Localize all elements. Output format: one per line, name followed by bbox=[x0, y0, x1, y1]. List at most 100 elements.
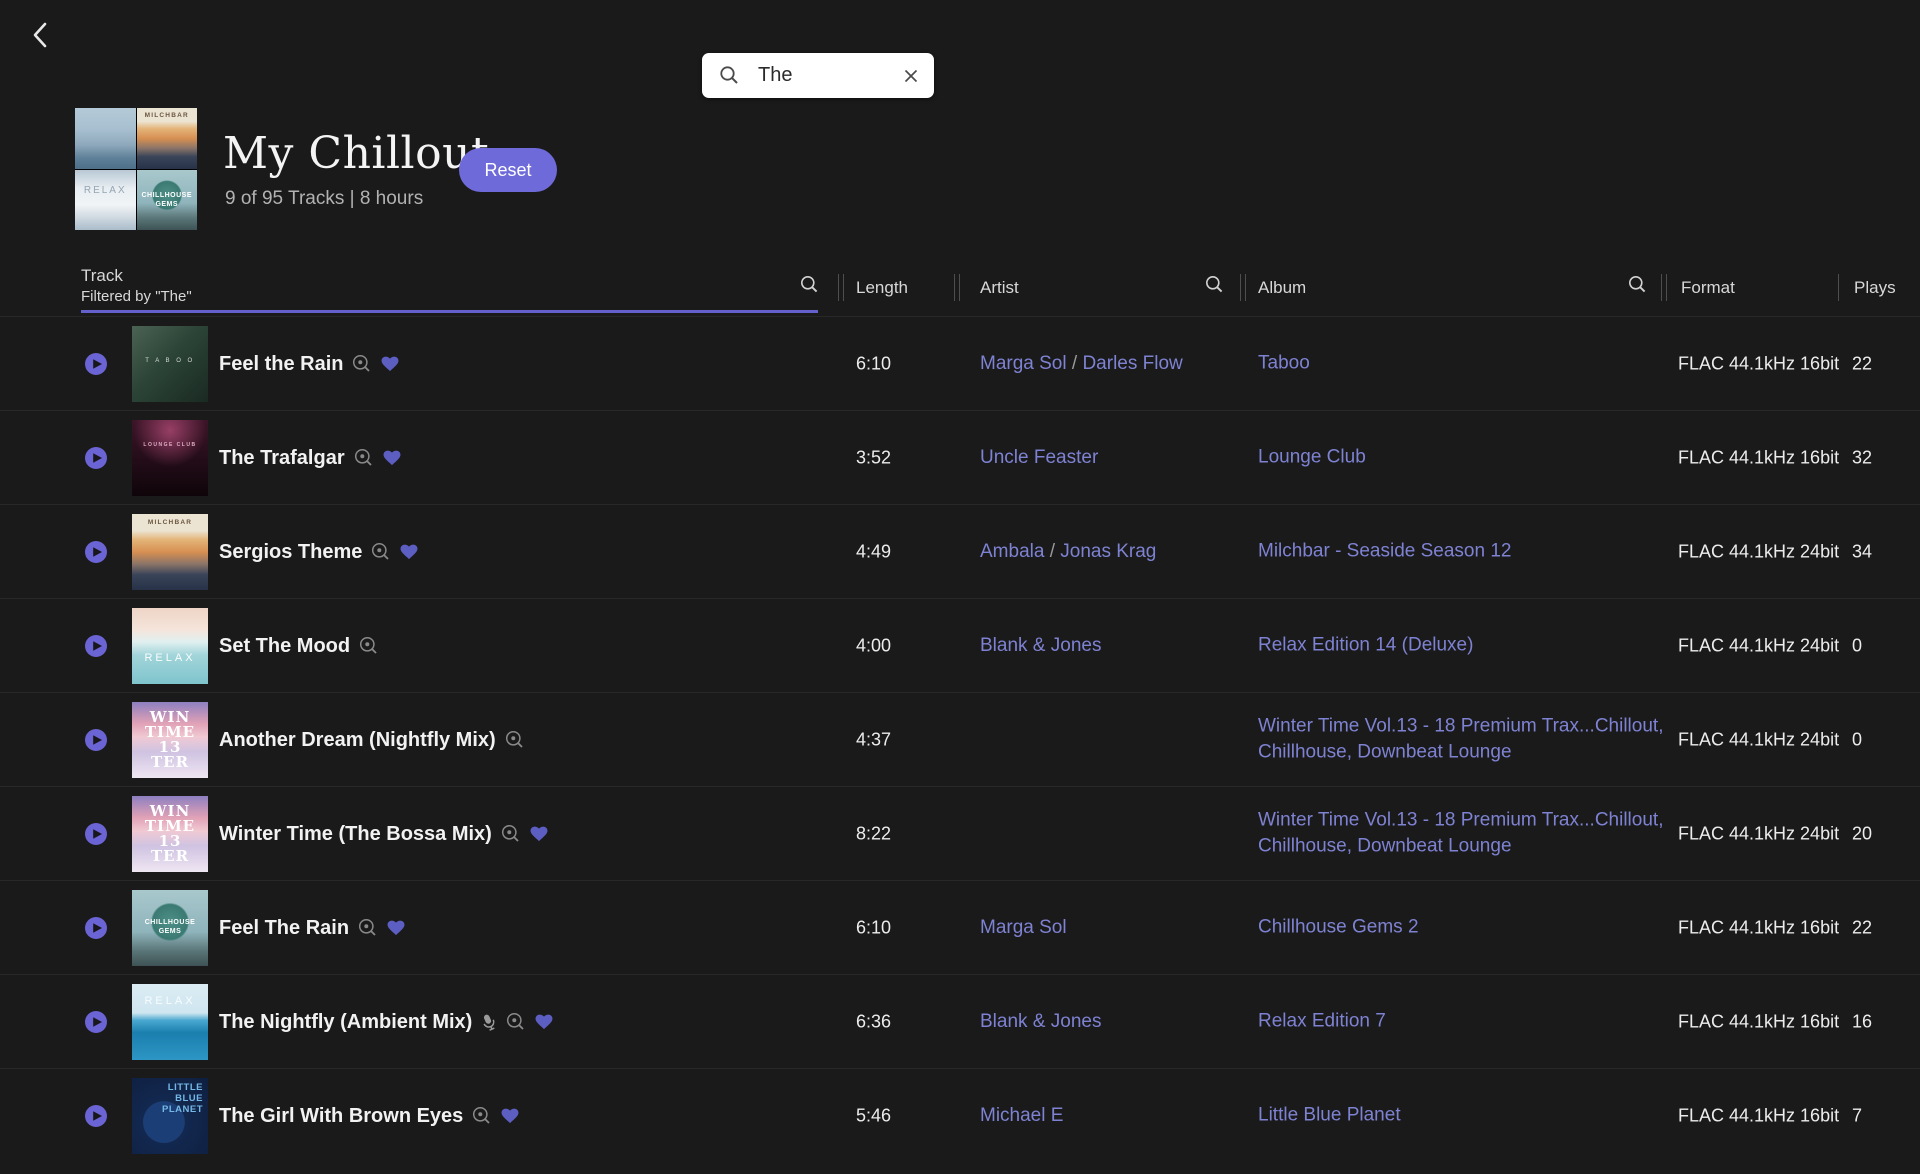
track-title[interactable]: The Nightfly (Ambient Mix) bbox=[219, 1011, 472, 1034]
album-art[interactable]: WINTIME 13TER bbox=[132, 702, 208, 778]
artist-link[interactable]: Marga Sol bbox=[980, 353, 1067, 374]
track-row[interactable]: WINTIME 13TER Another Dream (Nightfly Mi… bbox=[0, 692, 1920, 786]
column-header-album[interactable]: Album bbox=[1258, 278, 1306, 298]
album-art[interactable]: T A B O O bbox=[132, 326, 208, 402]
track-info-icon[interactable] bbox=[472, 1106, 492, 1126]
album-link[interactable]: Lounge Club bbox=[1258, 444, 1678, 471]
track-title[interactable]: Set The Mood bbox=[219, 635, 350, 658]
favorite-icon[interactable] bbox=[387, 920, 405, 936]
track-title[interactable]: Feel the Rain bbox=[219, 353, 343, 376]
track-row[interactable]: MILCHBAR Sergios Theme 4:49 Ambala / Jon… bbox=[0, 504, 1920, 598]
album-link[interactable]: Winter Time Vol.13 - 18 Premium Trax...C… bbox=[1258, 807, 1678, 860]
album-art[interactable]: CHILLHOUSEGEMS bbox=[132, 890, 208, 966]
track-format: FLAC 44.1kHz 24bit bbox=[1678, 541, 1839, 562]
play-count: 16 bbox=[1852, 1011, 1872, 1032]
table-header: Track Filtered by "The" Length Artist Al… bbox=[0, 264, 1920, 316]
album-link[interactable]: Chillhouse Gems 2 bbox=[1258, 914, 1678, 941]
track-row[interactable]: LITTLEBLUEPLANET The Girl With Brown Eye… bbox=[0, 1068, 1920, 1162]
search-icon bbox=[719, 65, 740, 86]
track-title[interactable]: Sergios Theme bbox=[219, 541, 362, 564]
track-format: FLAC 44.1kHz 16bit bbox=[1678, 353, 1839, 374]
track-column-search-icon[interactable] bbox=[800, 275, 819, 299]
column-divider bbox=[1245, 274, 1246, 301]
track-info-icon[interactable] bbox=[352, 354, 372, 374]
column-header-format[interactable]: Format bbox=[1681, 278, 1735, 298]
album-link[interactable]: Little Blue Planet bbox=[1258, 1102, 1678, 1129]
album-link[interactable]: Relax Edition 7 bbox=[1258, 1008, 1678, 1035]
play-button[interactable] bbox=[85, 823, 107, 845]
clear-search-icon[interactable] bbox=[903, 68, 919, 84]
play-button[interactable] bbox=[85, 1105, 107, 1127]
artist-link[interactable]: Blank & Jones bbox=[980, 1011, 1101, 1032]
back-button[interactable] bbox=[30, 20, 58, 52]
cover-tile bbox=[75, 108, 136, 169]
album-column-search-icon[interactable] bbox=[1628, 275, 1647, 299]
track-info-icon[interactable] bbox=[501, 824, 521, 844]
album-art[interactable]: LITTLEBLUEPLANET bbox=[132, 1078, 208, 1154]
search-input[interactable] bbox=[758, 64, 878, 87]
column-header-artist[interactable]: Artist bbox=[980, 278, 1019, 298]
column-header-track[interactable]: Track Filtered by "The" bbox=[81, 266, 192, 305]
track-info-icon[interactable] bbox=[359, 636, 379, 656]
album-art[interactable]: WINTIME 13TER bbox=[132, 796, 208, 872]
track-length: 4:49 bbox=[856, 541, 891, 562]
play-count: 22 bbox=[1852, 917, 1872, 938]
track-row[interactable]: RELAX Set The Mood 4:00 Blank & Jones Re… bbox=[0, 598, 1920, 692]
play-icon bbox=[85, 447, 107, 469]
album-link[interactable]: Taboo bbox=[1258, 350, 1678, 377]
play-count: 0 bbox=[1852, 635, 1862, 656]
album-art[interactable]: LOUNGE CLUB bbox=[132, 420, 208, 496]
artist-link[interactable]: Ambala bbox=[980, 541, 1044, 562]
track-title[interactable]: Another Dream (Nightfly Mix) bbox=[219, 729, 496, 752]
favorite-icon[interactable] bbox=[400, 544, 418, 560]
artist-link[interactable]: Uncle Feaster bbox=[980, 447, 1098, 468]
artist-link[interactable]: Blank & Jones bbox=[980, 635, 1101, 656]
album-art[interactable]: MILCHBAR bbox=[132, 514, 208, 590]
artist-link[interactable]: Darles Flow bbox=[1082, 353, 1182, 374]
favorite-icon[interactable] bbox=[381, 356, 399, 372]
track-title[interactable]: The Girl With Brown Eyes bbox=[219, 1105, 463, 1128]
artist-link[interactable]: Marga Sol bbox=[980, 917, 1067, 938]
play-button[interactable] bbox=[85, 917, 107, 939]
track-info-icon[interactable] bbox=[354, 448, 374, 468]
artist-column-search-icon[interactable] bbox=[1205, 275, 1224, 299]
track-row[interactable]: RELAX The Nightfly (Ambient Mix) 6:36 Bl… bbox=[0, 974, 1920, 1068]
artist-link[interactable]: Michael E bbox=[980, 1105, 1063, 1126]
play-button[interactable] bbox=[85, 635, 107, 657]
album-link[interactable]: Winter Time Vol.13 - 18 Premium Trax...C… bbox=[1258, 713, 1678, 766]
play-button[interactable] bbox=[85, 1011, 107, 1033]
track-title[interactable]: The Trafalgar bbox=[219, 447, 345, 470]
track-row[interactable]: WINTIME 13TER Winter Time (The Bossa Mix… bbox=[0, 786, 1920, 880]
track-info-icon[interactable] bbox=[505, 730, 525, 750]
track-row[interactable]: LOUNGE CLUB The Trafalgar 3:52 Uncle Fea… bbox=[0, 410, 1920, 504]
favorite-icon[interactable] bbox=[535, 1014, 553, 1030]
column-divider bbox=[1838, 274, 1839, 301]
track-info-icon[interactable] bbox=[506, 1012, 526, 1032]
filter-search-box[interactable] bbox=[702, 53, 934, 98]
album-link[interactable]: Relax Edition 14 (Deluxe) bbox=[1258, 632, 1678, 659]
track-title[interactable]: Winter Time (The Bossa Mix) bbox=[219, 823, 492, 846]
artist-link[interactable]: Jonas Krag bbox=[1060, 541, 1156, 562]
play-button[interactable] bbox=[85, 729, 107, 751]
album-link[interactable]: Milchbar - Seaside Season 12 bbox=[1258, 538, 1678, 565]
column-header-plays[interactable]: Plays bbox=[1854, 278, 1896, 298]
reset-filter-button[interactable]: Reset bbox=[459, 148, 557, 192]
favorite-icon[interactable] bbox=[530, 826, 548, 842]
column-header-length[interactable]: Length bbox=[856, 278, 908, 298]
play-button[interactable] bbox=[85, 541, 107, 563]
track-info-icon[interactable] bbox=[358, 918, 378, 938]
track-length: 8:22 bbox=[856, 823, 891, 844]
track-info-icon[interactable] bbox=[371, 542, 391, 562]
album-art[interactable]: RELAX bbox=[132, 608, 208, 684]
play-button[interactable] bbox=[85, 447, 107, 469]
favorite-icon[interactable] bbox=[383, 450, 401, 466]
play-button[interactable] bbox=[85, 353, 107, 375]
play-count: 20 bbox=[1852, 823, 1872, 844]
favorite-icon[interactable] bbox=[501, 1108, 519, 1124]
track-row[interactable]: CHILLHOUSEGEMS Feel The Rain 6:10 Marga … bbox=[0, 880, 1920, 974]
column-divider bbox=[1240, 274, 1241, 301]
track-title[interactable]: Feel The Rain bbox=[219, 917, 349, 940]
track-row[interactable]: T A B O O Feel the Rain 6:10 Marga Sol /… bbox=[0, 316, 1920, 410]
track-format: FLAC 44.1kHz 16bit bbox=[1678, 917, 1839, 938]
album-art[interactable]: RELAX bbox=[132, 984, 208, 1060]
